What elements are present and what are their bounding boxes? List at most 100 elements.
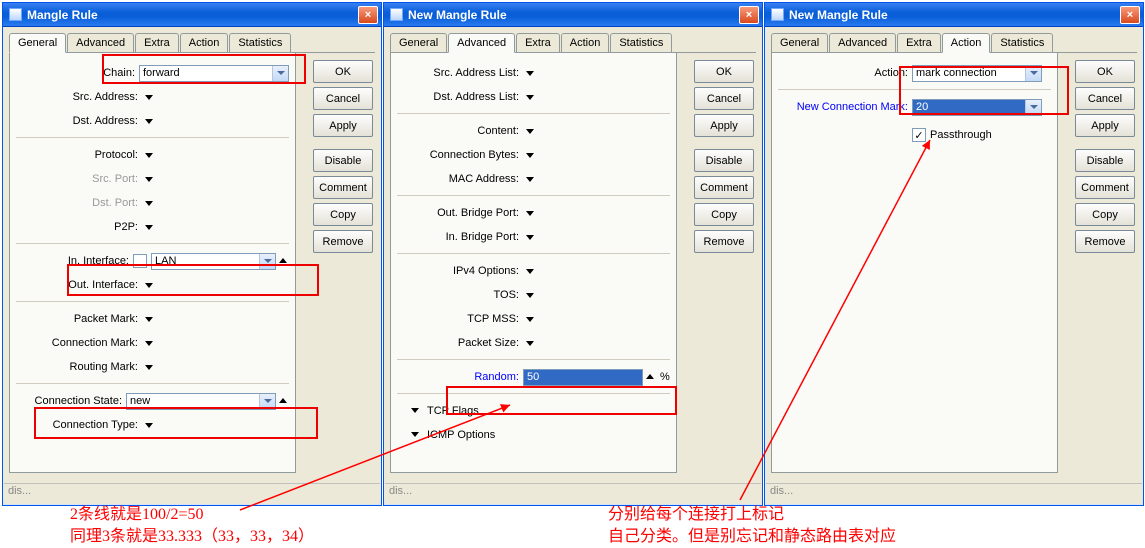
expand-icon[interactable] [526,314,536,324]
comment-button[interactable]: Comment [1075,176,1135,199]
expand-icon[interactable] [145,420,155,430]
disable-button[interactable]: Disable [694,149,754,172]
remove-button[interactable]: Remove [1075,230,1135,253]
remove-button[interactable]: Remove [313,230,373,253]
tab-extra[interactable]: Extra [135,33,179,52]
icmp-label: ICMP Options [421,429,495,441]
titlebar[interactable]: Mangle Rule × [3,3,381,27]
newconn-combo[interactable]: 20 [912,99,1042,116]
expand-icon[interactable] [526,92,536,102]
copy-button[interactable]: Copy [313,203,373,226]
expand-icon[interactable] [526,266,536,276]
expand-icon[interactable] [145,314,155,324]
close-icon[interactable]: × [739,6,759,24]
ok-button[interactable]: OK [694,60,754,83]
collapse-icon[interactable] [646,372,656,382]
app-icon [9,8,22,21]
ipv4-label: IPv4 Options: [397,265,523,277]
disable-button[interactable]: Disable [313,149,373,172]
expand-icon[interactable] [411,405,421,415]
status-bar: dis... [766,483,1142,504]
apply-button[interactable]: Apply [313,114,373,137]
tab-general[interactable]: General [390,33,447,52]
action-combo[interactable]: mark connection [912,65,1042,82]
expand-icon[interactable] [526,150,536,160]
tabs: General Advanced Extra Action Statistics [771,33,1137,53]
collapse-icon[interactable] [279,256,289,266]
titlebar[interactable]: New Mangle Rule × [384,3,762,27]
expand-icon[interactable] [411,429,421,439]
iniface-label: In. Interface: [16,255,133,267]
random-input[interactable]: 50 [523,369,643,386]
expand-icon[interactable] [526,290,536,300]
tcpmss-label: TCP MSS: [397,313,523,325]
expand-icon[interactable] [145,222,155,232]
expand-icon[interactable] [145,198,155,208]
p2p-label: P2P: [16,221,142,233]
expand-icon[interactable] [526,208,536,218]
tab-statistics[interactable]: Statistics [991,33,1053,52]
tab-extra[interactable]: Extra [897,33,941,52]
apply-button[interactable]: Apply [1075,114,1135,137]
tab-extra[interactable]: Extra [516,33,560,52]
mac-label: MAC Address: [397,173,523,185]
outbridge-label: Out. Bridge Port: [397,207,523,219]
chain-combo[interactable]: forward [139,65,289,82]
close-icon[interactable]: × [1120,6,1140,24]
srcport-label: Src. Port: [16,173,142,185]
close-icon[interactable]: × [358,6,378,24]
expand-icon[interactable] [526,174,536,184]
expand-icon[interactable] [526,68,536,78]
pct-label: % [660,371,670,383]
tab-action[interactable]: Action [942,33,991,53]
note-left: 2条线就是100/2=50 同理3条就是33.333（33，33，34） [70,504,314,548]
tabs: General Advanced Extra Action Statistics [9,33,375,53]
tab-general[interactable]: General [9,33,66,53]
window-title: New Mangle Rule [408,8,507,22]
expand-icon[interactable] [145,92,155,102]
routemark-label: Routing Mark: [16,361,142,373]
remove-button[interactable]: Remove [694,230,754,253]
collapse-icon[interactable] [279,396,289,406]
expand-icon[interactable] [526,126,536,136]
mangle-rule-window: Mangle Rule × General Advanced Extra Act… [2,2,382,506]
ok-button[interactable]: OK [313,60,373,83]
passthrough-checkbox[interactable]: ✓ [912,128,926,142]
comment-button[interactable]: Comment [694,176,754,199]
cancel-button[interactable]: Cancel [1075,87,1135,110]
tab-statistics[interactable]: Statistics [229,33,291,52]
expand-icon[interactable] [526,338,536,348]
not-checkbox[interactable] [133,254,147,268]
tab-advanced[interactable]: Advanced [829,33,896,52]
expand-icon[interactable] [526,232,536,242]
expand-icon[interactable] [145,150,155,160]
copy-button[interactable]: Copy [694,203,754,226]
dstlist-label: Dst. Address List: [397,91,523,103]
tabs: General Advanced Extra Action Statistics [390,33,756,53]
apply-button[interactable]: Apply [694,114,754,137]
expand-icon[interactable] [145,362,155,372]
copy-button[interactable]: Copy [1075,203,1135,226]
tab-action[interactable]: Action [561,33,610,52]
tab-general[interactable]: General [771,33,828,52]
iniface-combo[interactable]: LAN [151,253,276,270]
expand-icon[interactable] [145,338,155,348]
dstaddr-label: Dst. Address: [16,115,142,127]
button-column: OK Cancel Apply Disable Comment Copy Rem… [694,60,754,253]
expand-icon[interactable] [145,174,155,184]
cancel-button[interactable]: Cancel [313,87,373,110]
connstate-combo[interactable]: new [126,393,276,410]
comment-button[interactable]: Comment [313,176,373,199]
tab-advanced[interactable]: Advanced [448,33,515,53]
expand-icon[interactable] [145,116,155,126]
disable-button[interactable]: Disable [1075,149,1135,172]
conntype-label: Connection Type: [16,419,142,431]
tab-advanced[interactable]: Advanced [67,33,134,52]
ok-button[interactable]: OK [1075,60,1135,83]
tab-statistics[interactable]: Statistics [610,33,672,52]
tab-action[interactable]: Action [180,33,229,52]
titlebar[interactable]: New Mangle Rule × [765,3,1143,27]
expand-icon[interactable] [145,280,155,290]
connstate-label: Connection State: [16,395,126,407]
cancel-button[interactable]: Cancel [694,87,754,110]
